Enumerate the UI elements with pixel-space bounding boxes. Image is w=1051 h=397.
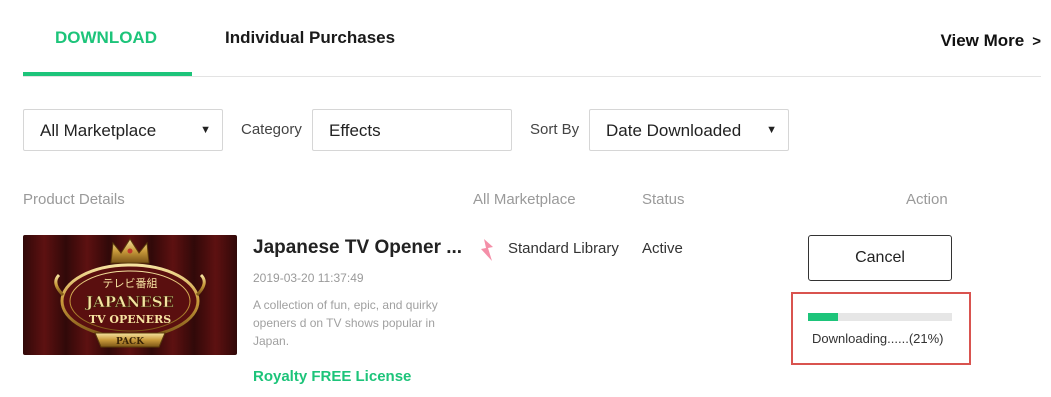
tab-download[interactable]: DOWNLOAD [55,28,157,48]
sort-by-select[interactable]: Date Downloaded ▼ [589,109,789,151]
marketplace-select[interactable]: All Marketplace ▼ [23,109,223,151]
category-input[interactable]: Effects [312,109,512,151]
thumbnail-text-jp: テレビ番組 [103,277,158,290]
thumbnail-text-tv-openers: TV OPENERS [89,313,171,326]
column-header-action: Action [906,191,948,208]
status-value: Active [642,240,683,257]
filter-bar: All Marketplace ▼ Category Effects Sort … [0,109,1051,151]
thumbnail-text-pack: PACK [116,337,145,347]
chevron-right-icon: > [1032,33,1041,50]
tab-divider [23,76,1041,77]
column-header-product: Product Details [23,191,125,208]
chevron-down-icon: ▼ [766,124,777,136]
thumbnail-text-japanese: JAPANESE [84,293,174,311]
product-description: A collection of fun, epic, and quirky op… [253,298,438,348]
download-progress-highlight [791,292,971,365]
lightning-icon [478,238,496,262]
column-header-marketplace: All Marketplace [473,191,576,208]
column-header-status: Status [642,191,685,208]
download-progress-label: Downloading......(21%) [812,331,944,346]
product-thumbnail-art: テレビ番組 JAPANESE TV OPENERS PACK [23,235,237,355]
chevron-down-icon: ▼ [200,124,211,136]
sort-by-select-value: Date Downloaded [606,121,742,140]
product-title[interactable]: Japanese TV Opener ... [253,237,462,259]
download-progress-bar [808,313,952,321]
tab-individual-purchases[interactable]: Individual Purchases [225,28,395,48]
view-more-link[interactable]: View More > [940,31,1041,51]
product-thumbnail[interactable]: テレビ番組 JAPANESE TV OPENERS PACK [23,235,237,355]
marketplace-value: Standard Library [508,240,619,257]
category-label: Category [241,121,302,138]
view-more-label: View More [940,31,1025,50]
cancel-button[interactable]: Cancel [808,235,952,281]
download-progress-fill [808,313,839,321]
product-date: 2019-03-20 11:37:49 [253,271,364,285]
marketplace-select-value: All Marketplace [40,121,157,140]
license-link[interactable]: Royalty FREE License [253,368,411,385]
sort-by-label: Sort By [530,121,580,138]
tab-bar: DOWNLOAD Individual Purchases View More > [0,0,1051,77]
